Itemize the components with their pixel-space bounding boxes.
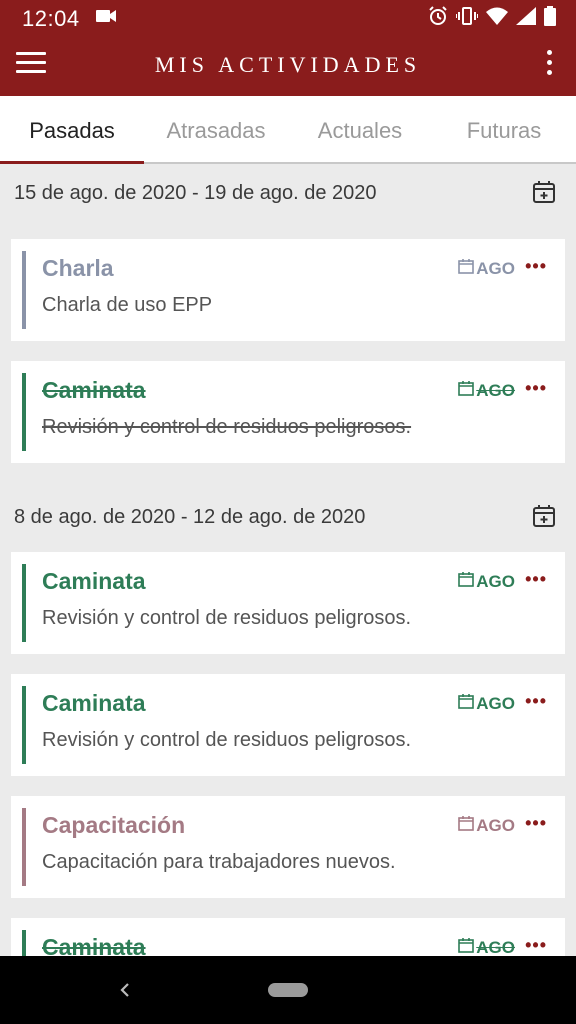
section-date-range: 15 de ago. de 2020 - 19 de ago. de 2020 bbox=[14, 182, 377, 204]
activity-card[interactable]: Charla Charla de uso EPP AGO ••• bbox=[11, 239, 565, 341]
battery-icon bbox=[544, 6, 556, 26]
calendar-icon bbox=[458, 937, 475, 958]
status-icons bbox=[428, 6, 556, 26]
month-tag: AGO bbox=[458, 815, 515, 836]
camera-icon bbox=[96, 9, 116, 28]
calendar-icon bbox=[458, 693, 475, 714]
item-menu-icon[interactable]: ••• bbox=[525, 569, 547, 590]
section-date-range: 8 de ago. de 2020 - 12 de ago. de 2020 bbox=[14, 506, 366, 528]
activity-title: Caminata bbox=[42, 568, 146, 594]
item-menu-icon[interactable]: ••• bbox=[525, 256, 547, 277]
calendar-icon bbox=[458, 380, 475, 401]
status-bar-indicator bbox=[22, 564, 26, 642]
month-label: AGO bbox=[476, 937, 515, 957]
page-title: MIS ACTIVIDADES bbox=[154, 52, 422, 77]
calendar-add-icon[interactable] bbox=[532, 504, 556, 528]
status-bar-indicator bbox=[22, 686, 26, 764]
app-bar: MIS ACTIVIDADES bbox=[0, 34, 576, 96]
activity-card[interactable]: Caminata Revisión y control de residuos … bbox=[11, 361, 565, 463]
back-icon[interactable] bbox=[116, 978, 134, 1002]
tab-futuras[interactable]: Futuras bbox=[432, 96, 576, 162]
status-time: 12:04 bbox=[22, 6, 80, 31]
month-label: AGO bbox=[476, 380, 515, 400]
month-tag: AGO bbox=[458, 937, 515, 958]
alarm-icon bbox=[428, 6, 448, 26]
calendar-add-icon[interactable] bbox=[532, 180, 556, 204]
tab-actuales[interactable]: Actuales bbox=[288, 96, 432, 162]
month-tag: AGO bbox=[458, 571, 515, 592]
activity-title: Charla bbox=[42, 255, 114, 281]
calendar-icon bbox=[458, 815, 475, 836]
wifi-icon bbox=[486, 7, 508, 25]
tab-atrasadas[interactable]: Atrasadas bbox=[144, 96, 288, 162]
month-tag: AGO bbox=[458, 380, 515, 401]
activity-title: Capacitación bbox=[42, 812, 186, 838]
status-bar-indicator bbox=[22, 373, 26, 451]
more-vertical-icon[interactable] bbox=[544, 50, 554, 80]
status-bar-indicator bbox=[22, 808, 26, 886]
item-menu-icon[interactable]: ••• bbox=[525, 935, 547, 956]
item-menu-icon[interactable]: ••• bbox=[525, 813, 547, 834]
activity-description: Capacitación para trabajadores nuevos. bbox=[42, 851, 396, 873]
home-pill-button[interactable] bbox=[268, 983, 308, 997]
system-nav-bar bbox=[0, 956, 576, 1024]
activity-description: Revisión y control de residuos peligroso… bbox=[42, 607, 412, 629]
activity-title: Caminata bbox=[42, 377, 146, 403]
activity-card[interactable]: Caminata Revisión y control de residuos … bbox=[11, 674, 565, 776]
item-menu-icon[interactable]: ••• bbox=[525, 378, 547, 399]
tab-bar: Pasadas Atrasadas Actuales Futuras bbox=[0, 96, 576, 164]
month-tag: AGO bbox=[458, 693, 515, 714]
month-tag: AGO bbox=[458, 258, 515, 279]
activity-description: Revisión y control de residuos peligroso… bbox=[42, 729, 412, 751]
status-bar-indicator bbox=[22, 251, 26, 329]
activity-card[interactable]: Capacitación Capacitación para trabajado… bbox=[11, 796, 565, 898]
activity-title: Caminata bbox=[42, 690, 146, 716]
status-bar: 12:04 bbox=[0, 0, 576, 34]
item-menu-icon[interactable]: ••• bbox=[525, 691, 547, 712]
activity-card[interactable]: Caminata Revisión y control de residuos … bbox=[11, 552, 565, 654]
section-header: 8 de ago. de 2020 - 12 de ago. de 2020 bbox=[0, 488, 576, 548]
signal-icon bbox=[516, 7, 536, 25]
month-label: AGO bbox=[476, 693, 515, 713]
activity-description: Revisión y control de residuos peligroso… bbox=[42, 416, 412, 438]
activity-description: Charla de uso EPP bbox=[42, 294, 213, 316]
calendar-icon bbox=[458, 258, 475, 279]
month-label: AGO bbox=[476, 815, 515, 835]
month-label: AGO bbox=[476, 258, 515, 278]
vibrate-icon bbox=[456, 6, 478, 26]
tab-pasadas[interactable]: Pasadas bbox=[0, 96, 144, 164]
calendar-icon bbox=[458, 571, 475, 592]
month-label: AGO bbox=[476, 571, 515, 591]
section-header: 15 de ago. de 2020 - 19 de ago. de 2020 bbox=[0, 164, 576, 224]
